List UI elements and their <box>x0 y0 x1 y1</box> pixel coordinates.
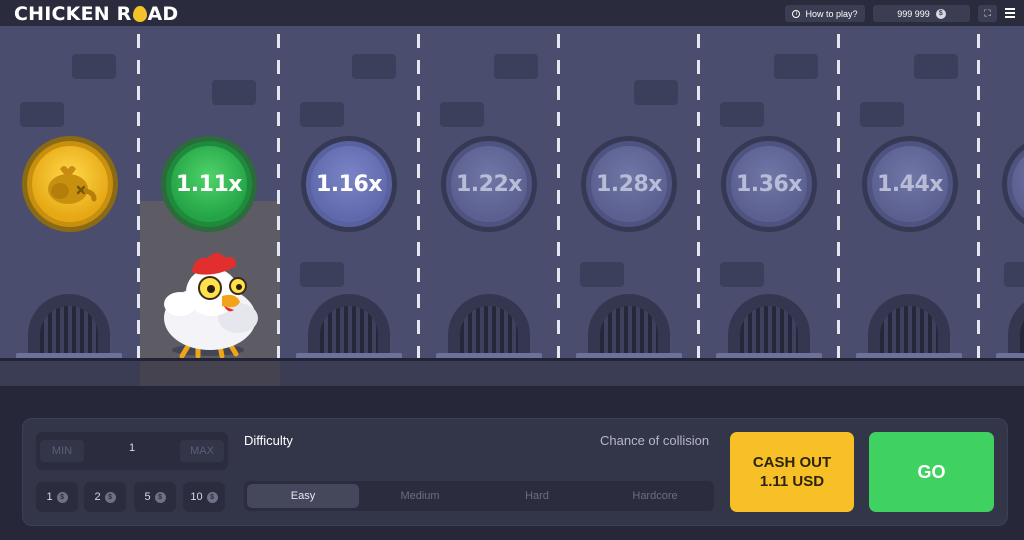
difficulty-selector: Easy Medium Hard Hardcore <box>244 481 714 511</box>
lane-coin-passed <box>22 136 118 232</box>
multiplier-label: 1.16x <box>306 141 392 227</box>
wall-brick <box>860 102 904 127</box>
dollar-coin-icon: $ <box>104 491 116 503</box>
quick-bet-2-button[interactable]: 2 $ <box>84 482 126 512</box>
difficulty-label: Difficulty <box>244 433 293 448</box>
quick-bet-1-button[interactable]: 1 $ <box>36 482 78 512</box>
quick-bet-5-button[interactable]: 5 $ <box>134 482 176 512</box>
wall-brick <box>300 102 344 127</box>
multiplier-label <box>1007 141 1024 227</box>
dollar-coin-icon: $ <box>206 491 218 503</box>
road-scene: 1.11x 1.16x 1.22x 1.28x 1.36x 1.44x <box>0 26 1024 360</box>
wall-brick <box>774 54 818 79</box>
bet-amount-input[interactable]: 1 <box>90 442 174 454</box>
game-app: CHICKEN RAD iHow to play? 999 999$ ⛶ <box>0 0 1024 540</box>
lane-coin-current: 1.11x <box>161 136 257 232</box>
roast-chicken-icon <box>48 166 97 204</box>
wall-brick <box>494 54 538 79</box>
wall-brick <box>720 262 764 287</box>
current-lane-road <box>140 361 280 386</box>
sewer-grate <box>716 294 822 360</box>
sewer-grate <box>436 294 542 360</box>
difficulty-hard[interactable]: Hard <box>481 484 593 508</box>
lane-coin: 1.22x <box>441 136 537 232</box>
wall-brick <box>1004 262 1024 287</box>
lane-coin <box>1002 136 1024 232</box>
sewer-grate <box>856 294 962 360</box>
wall-brick <box>20 102 64 127</box>
how-to-play-button[interactable]: i How to play? <box>785 5 865 22</box>
lane-coin: 1.44x <box>862 136 958 232</box>
go-button[interactable]: GO <box>869 432 994 512</box>
difficulty-easy[interactable]: Easy <box>247 484 359 508</box>
wall-brick <box>72 54 116 79</box>
road-strip <box>0 358 1024 386</box>
wall-brick <box>720 102 764 127</box>
lane-coin: 1.36x <box>721 136 817 232</box>
difficulty-hardcore[interactable]: Hardcore <box>599 484 711 508</box>
dollar-coin-icon: $ <box>935 8 946 19</box>
menu-button[interactable] <box>1005 8 1015 20</box>
wall-brick <box>300 262 344 287</box>
wall-brick <box>212 80 256 105</box>
game-logo: CHICKEN R AD <box>14 3 179 25</box>
wall-brick <box>634 80 678 105</box>
lane-coin: 1.28x <box>581 136 677 232</box>
lane-coin-next[interactable]: 1.16x <box>301 136 397 232</box>
multiplier-label: 1.22x <box>446 141 532 227</box>
cash-out-button[interactable]: CASH OUT 1.11 USD <box>730 432 854 512</box>
lane-divider <box>557 34 560 360</box>
lane-divider <box>697 34 700 360</box>
fullscreen-icon: ⛶ <box>984 8 991 18</box>
dollar-coin-icon: $ <box>56 491 68 503</box>
wall-brick <box>352 54 396 79</box>
quick-bet-10-button[interactable]: 10 $ <box>183 482 225 512</box>
bet-amount-field: MIN 1 MAX <box>36 432 228 470</box>
info-icon: i <box>792 9 801 18</box>
sewer-grate <box>576 294 682 360</box>
dollar-coin-icon: $ <box>154 491 166 503</box>
lane-divider <box>837 34 840 360</box>
lane-divider <box>137 34 140 360</box>
header-bar: CHICKEN R AD i How to play? 999 999 $ ⛶ <box>0 0 1024 26</box>
sewer-grate <box>996 294 1024 360</box>
lane-divider <box>977 34 980 360</box>
sewer-grate <box>296 294 402 360</box>
max-bet-button[interactable]: MAX <box>180 440 224 462</box>
sewer-grate <box>16 294 122 360</box>
collision-chance-label: Chance of collision <box>600 433 710 448</box>
wall-brick <box>580 262 624 287</box>
egg-icon <box>132 6 147 22</box>
multiplier-label: 1.36x <box>726 141 812 227</box>
multiplier-label: 1.44x <box>867 141 953 227</box>
difficulty-medium[interactable]: Medium <box>364 484 476 508</box>
lane-divider <box>417 34 420 360</box>
chicken-character <box>164 253 258 359</box>
balance-display: 999 999 $ <box>873 5 970 22</box>
lane-divider <box>277 34 280 360</box>
min-bet-button[interactable]: MIN <box>40 440 84 462</box>
wall-brick <box>914 54 958 79</box>
multiplier-label: 1.11x <box>166 141 252 227</box>
wall-brick <box>440 102 484 127</box>
multiplier-label: 1.28x <box>586 141 672 227</box>
fullscreen-button[interactable]: ⛶ <box>978 5 997 22</box>
